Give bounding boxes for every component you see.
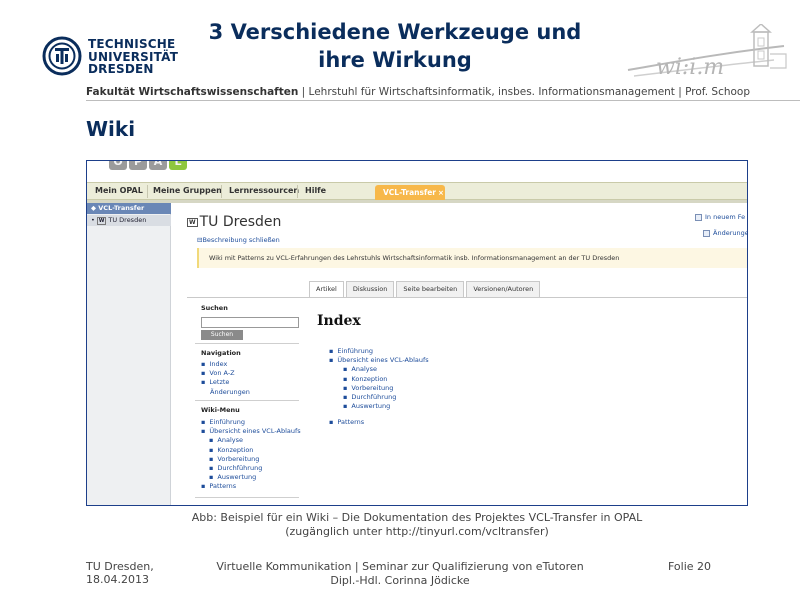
slide-title: 3 Verschiedene Werkzeuge und ihre Wirkun… [190, 18, 600, 74]
footer-course: Virtuelle Kommunikation | Seminar zur Qu… [216, 560, 584, 573]
wikimenu-item[interactable]: Auswertung [201, 473, 301, 482]
wikimenu-item[interactable]: Analyse [201, 436, 301, 445]
course-title: W TU Dresden [187, 214, 281, 230]
wikimenu-item[interactable]: Einführung [201, 418, 301, 427]
nav-link-index[interactable]: Index [201, 360, 250, 369]
index-list: Einführung Übersicht eines VCL-Ablaufs A… [329, 347, 429, 428]
wikimenu-item[interactable]: Patterns [201, 482, 301, 491]
desc-link-label: Beschreibung schließen [202, 236, 280, 244]
sidebar-divider [195, 343, 299, 344]
course-title-text: TU Dresden [199, 214, 282, 230]
footer-place: TU Dresden, [86, 560, 154, 573]
wikimenu-heading: Wiki-Menu [201, 406, 240, 414]
tu-dresden-seal-icon [42, 36, 82, 76]
index-item[interactable]: Durchführung [329, 393, 429, 402]
wiki-icon: W [96, 217, 107, 225]
course-tree: ◆ VCL-Transfer • W TU Dresden [87, 203, 171, 505]
opal-letter: O [109, 161, 127, 170]
wikimenu-item[interactable]: Konzeption [201, 446, 301, 455]
index-item[interactable]: Konzeption [329, 375, 429, 384]
tab-versionen-autoren[interactable]: Versionen/Autoren [466, 281, 541, 297]
header-divider [86, 100, 800, 101]
course-content: W TU Dresden ⊟Beschreibung schließen Wiki… [183, 203, 748, 505]
index-item[interactable]: Auswertung [329, 402, 429, 411]
opal-letter: A [149, 161, 167, 170]
nav-link-aenderungen[interactable]: Änderungen [201, 388, 250, 397]
opal-screenshot: O P A L Mein OPAL Meine Gruppen Lernress… [86, 160, 748, 506]
wikimenu-list: Einführung Übersicht eines VCL-Ablaufs A… [201, 418, 301, 492]
nav-separator [297, 185, 298, 198]
footer-center: Virtuelle Kommunikation | Seminar zur Qu… [190, 560, 610, 588]
changes-link[interactable]: Änderunge [703, 229, 748, 237]
vcl-transfer-tab[interactable]: VCL-Transfer × [375, 185, 445, 200]
faculty-bar: Fakultät Wirtschaftswissenschaften | Leh… [86, 86, 800, 99]
index-item[interactable]: Patterns [329, 418, 429, 427]
opal-letter: P [129, 161, 147, 170]
tree-item-vcl-transfer[interactable]: ◆ VCL-Transfer [87, 203, 171, 214]
tree-child-label: TU Dresden [108, 216, 147, 224]
wiim-logo: wi:i.m [627, 24, 787, 80]
nav-lernressourcen[interactable]: Lernressourcen [229, 186, 299, 195]
svg-text:wi:i.m: wi:i.m [656, 55, 724, 80]
wiki-icon: W [187, 217, 198, 227]
index-item[interactable]: Einführung [329, 347, 429, 356]
course-description: Wiki mit Patterns zu VCL-Erfahrungen des… [197, 248, 747, 268]
wikimenu-item[interactable]: Durchführung [201, 464, 301, 473]
wikimenu-item[interactable]: Vorbereitung [201, 455, 301, 464]
sidebar-divider [195, 400, 299, 401]
wikimenu-item[interactable]: Übersicht eines VCL-Ablaufs [201, 427, 300, 436]
university-line-1: TECHNISCHE [88, 37, 176, 51]
footer-date-value: 18.04.2013 [86, 573, 149, 586]
faculty-name: Fakultät Wirtschaftswissenschaften [86, 86, 299, 98]
tab-seite-bearbeiten[interactable]: Seite bearbeiten [396, 281, 465, 297]
caption-line-2: (zugänglich unter http://tinyurl.com/vcl… [285, 525, 549, 538]
nav-mein-opal[interactable]: Mein OPAL [95, 186, 143, 195]
nav-hilfe[interactable]: Hilfe [305, 186, 326, 195]
open-new-window-link[interactable]: In neuem Fe [695, 213, 745, 221]
bullet-icon: • [91, 216, 95, 224]
sidebar-divider [195, 497, 299, 498]
footer-date: TU Dresden, 18.04.2013 [86, 560, 154, 586]
index-item[interactable]: Übersicht eines VCL-Ablaufs [329, 356, 428, 365]
tab-artikel[interactable]: Artikel [309, 281, 344, 297]
nav-separator [147, 185, 148, 198]
chair-name: | Lehrstuhl für Wirtschaftsinformatik, i… [298, 86, 751, 98]
search-input[interactable] [201, 317, 299, 328]
university-name: TECHNISCHE UNIVERSITÄT DRESDEN [88, 38, 178, 76]
search-heading: Suchen [201, 304, 228, 312]
slide-title-line-1: 3 Verschiedene Werkzeuge und [208, 20, 582, 44]
wiki-tabs: Artikel Diskussion Seite bearbeiten Vers… [309, 281, 541, 297]
footer-author: Dipl.-Hdl. Corinna Jödicke [330, 574, 470, 587]
tree-root-label: VCL-Transfer [98, 204, 145, 212]
tree-item-tu-dresden[interactable]: • W TU Dresden [87, 215, 171, 226]
figure-caption: Abb: Beispiel für ein Wiki – Die Dokumen… [86, 511, 748, 539]
new-window-icon [695, 213, 702, 221]
nav-link-letzte[interactable]: Letzte [201, 378, 250, 387]
slide-number: Folie 20 [668, 560, 712, 573]
opal-letter: L [169, 161, 187, 170]
tab-diskussion[interactable]: Diskussion [345, 281, 395, 297]
new-window-label: In neuem Fe [705, 213, 746, 221]
index-item[interactable]: Analyse [329, 365, 429, 374]
navigation-heading: Navigation [201, 349, 241, 357]
tu-dresden-logo: TECHNISCHE UNIVERSITÄT DRESDEN [42, 36, 182, 80]
caption-line-1: Abb: Beispiel für ein Wiki – Die Dokumen… [191, 511, 643, 524]
nav-meine-gruppen[interactable]: Meine Gruppen [153, 186, 222, 195]
index-title: Index [317, 313, 361, 329]
nav-separator [221, 185, 222, 198]
close-description-link[interactable]: ⊟Beschreibung schließen [197, 236, 280, 244]
nav-link-von-a-z[interactable]: Von A-Z [201, 369, 250, 378]
slide-title-line-2: ihre Wirkung [318, 48, 472, 72]
changes-label: Änderunge [713, 229, 748, 237]
navigation-list: Index Von A-Z Letzte Änderungen [201, 360, 250, 397]
section-heading: Wiki [86, 117, 136, 141]
index-item[interactable]: Vorbereitung [329, 384, 429, 393]
close-icon[interactable]: × [438, 189, 444, 197]
opal-navbar: Mein OPAL Meine Gruppen Lernressourcen H… [87, 182, 747, 200]
vcl-tab-label: VCL-Transfer [383, 188, 437, 197]
search-button[interactable]: Suchen [201, 330, 243, 340]
university-line-3: DRESDEN [88, 62, 154, 76]
opal-logo: O P A L [109, 161, 187, 173]
changes-icon [703, 229, 710, 237]
